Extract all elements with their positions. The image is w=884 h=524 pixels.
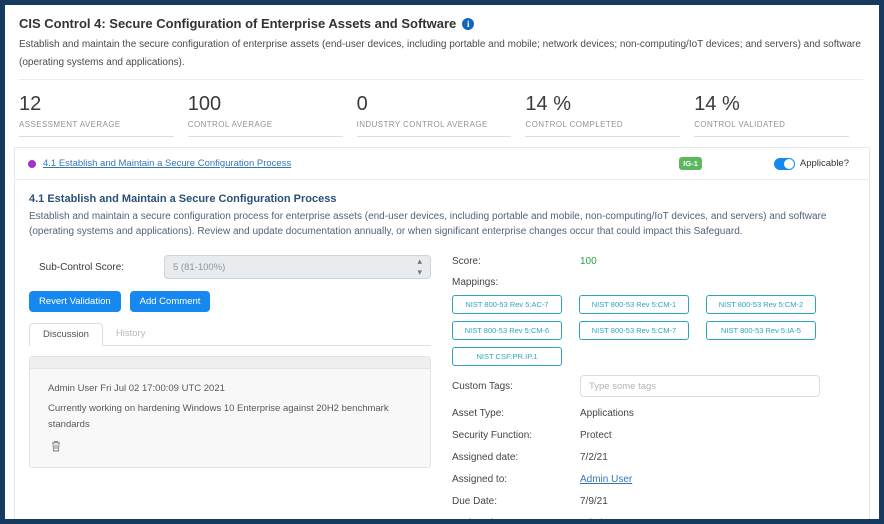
safeguard-detail-panel: 4.1 Establish and Maintain a Secure Conf… [15,180,869,519]
stat-label: INDUSTRY CONTROL AVERAGE [356,120,512,137]
assigned-to-label: Assigned to: [452,474,508,485]
stats-row: 12 ASSESSMENT AVERAGE 100 CONTROL AVERAG… [5,80,879,137]
due-date-label: Due Date: [452,496,498,507]
score-value: 100 [580,256,597,267]
safeguard-description: Establish and maintain a secure configur… [29,211,827,237]
info-icon[interactable]: i [462,17,475,30]
comment-tabs: Discussion History [29,323,431,346]
mapping-badge[interactable]: NIST 800-53 Rev 5:CM-6 [452,321,562,340]
select-updown-icon: ▴ ▾ [417,256,422,277]
stat-control-completed: 14 % CONTROL COMPLETED [525,93,681,137]
mapping-badge[interactable]: NIST 800-53 Rev 5:CM-7 [579,321,689,340]
selected-score-option: 5 (81-100%) [173,261,226,273]
safeguard-card: 4.1 Establish and Maintain a Secure Conf… [14,147,870,519]
comment-card-header [30,357,430,369]
stat-control-validated: 14 % CONTROL VALIDATED [694,93,849,137]
ig1-badge: IG-1 [679,157,702,170]
page-title-text: CIS Control 4: Secure Configuration of E… [19,16,457,31]
safeguard-title: 4.1 Establish and Maintain a Secure Conf… [29,193,337,205]
subcontrol-score-select[interactable]: 5 (81-100%) ▴ ▾ [164,255,431,279]
stat-value: 14 % [694,93,740,115]
assigned-by-link[interactable]: Admin User [580,518,632,519]
window-frame: CIS Control 4: Secure Configuration of E… [0,0,884,524]
stat-control-average: 100 CONTROL AVERAGE [187,93,343,137]
bullet-icon [28,159,36,168]
security-function-label: Security Function: [452,430,533,441]
custom-tags-input[interactable] [580,375,820,397]
details-column: Score: 100 Mappings: NIST 800-53 Rev 5:A… [452,255,855,519]
assigned-date-label: Assigned date: [452,452,519,463]
assigned-by-label: Assigned By: [452,518,580,519]
add-comment-button[interactable]: Add Comment [129,291,211,312]
comment-meta: Admin User Fri Jul 02 17:00:09 UTC 2021 [48,383,225,394]
control-description: Establish and maintain the secure config… [19,39,861,68]
applicable-label: Applicable? [799,158,849,169]
mapping-badge[interactable]: NIST 800-53 Rev 5:AC-7 [452,295,562,314]
cis-control-page: CIS Control 4: Secure Configuration of E… [5,5,879,519]
safeguard-link[interactable]: 4.1 Establish and Maintain a Secure Conf… [43,158,291,169]
mapping-badge[interactable]: NIST 800-53 Rev 5:CM-2 [706,295,816,314]
stat-assessment-average: 12 ASSESSMENT AVERAGE [19,93,174,137]
page-title: CIS Control 4: Secure Configuration of E… [19,16,863,31]
mappings-grid: NIST 800-53 Rev 5:AC-7 NIST 800-53 Rev 5… [452,295,855,366]
mappings-label: Mappings: [452,277,499,288]
stat-label: CONTROL VALIDATED [694,120,849,137]
score-label: Score: [452,256,481,267]
comment-card-body: Admin User Fri Jul 02 17:00:09 UTC 2021 … [30,369,430,467]
due-date-value: 7/9/21 [580,496,608,507]
stat-value: 14 % [525,93,571,115]
custom-tags-label: Custom Tags: [452,380,513,392]
comment-card: Admin User Fri Jul 02 17:00:09 UTC 2021 … [29,356,431,468]
toggle-knob-icon [783,158,794,169]
applicable-toggle-group: Applicable? [773,157,849,170]
tab-discussion[interactable]: Discussion [29,323,103,346]
revert-validation-button[interactable]: Revert Validation [29,291,121,312]
assigned-date-value: 7/2/21 [580,452,608,463]
security-function-value: Protect [580,430,612,441]
stat-label: CONTROL AVERAGE [187,120,343,137]
asset-type-value: Applications [580,408,634,419]
asset-type-label: Asset Type: [452,408,505,419]
stat-industry-control-average: 0 INDUSTRY CONTROL AVERAGE [356,93,512,137]
delete-comment-icon[interactable] [51,439,61,457]
stat-value: 0 [356,93,368,115]
comment-text: Currently working on hardening Windows 1… [48,403,389,430]
assigned-to-link[interactable]: Admin User [580,474,632,485]
applicable-toggle[interactable] [773,157,795,170]
scoring-column: Sub-Control Score: 5 (81-100%) ▴ ▾ Revert… [29,255,431,519]
mapping-badge[interactable]: NIST CSF:PR.IP.1 [452,347,562,366]
mapping-badge[interactable]: NIST 800-53 Rev 5:IA-5 [706,321,816,340]
safeguard-accordion-header: 4.1 Establish and Maintain a Secure Conf… [15,148,869,180]
stat-label: CONTROL COMPLETED [525,120,681,137]
subcontrol-score-label: Sub-Control Score: [39,261,125,273]
stat-value: 100 [187,93,222,115]
stat-label: ASSESSMENT AVERAGE [19,120,174,137]
page-header: CIS Control 4: Secure Configuration of E… [5,5,879,80]
tab-history[interactable]: History [103,323,159,345]
mapping-badge[interactable]: NIST 800-53 Rev 5:CM-1 [579,295,689,314]
stat-value: 12 [19,93,42,115]
